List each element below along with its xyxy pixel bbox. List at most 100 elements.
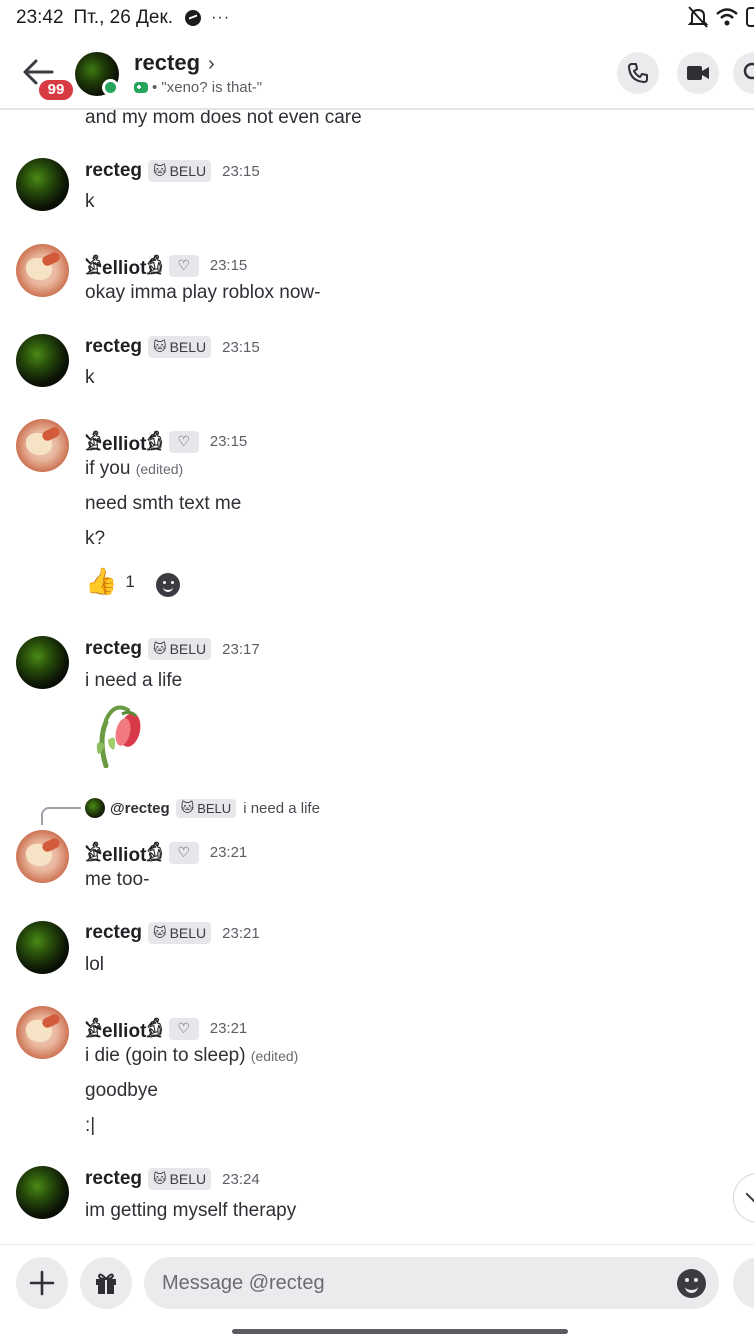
search-button[interactable] — [733, 52, 754, 94]
message-header: recteg 🐱 BELU 23:15 — [85, 336, 260, 358]
microphone-icon — [748, 1270, 754, 1296]
message-body: i die (goin to sleep) — [85, 1045, 246, 1066]
message-header: 𓀀elliot𓀁 ♡ 23:15 — [85, 250, 247, 281]
reply-preview[interactable]: @recteg 🐱 BELU i need a life — [85, 798, 320, 818]
plus-icon — [29, 1270, 55, 1296]
status-time: 23:42 — [16, 7, 64, 28]
online-status-dot — [102, 79, 119, 96]
message-header: 𓀀elliot𓀁 ♡ 23:15 — [85, 426, 247, 457]
message-body: if you — [85, 458, 131, 479]
message-header: recteg 🐱 BELU 23:17 — [85, 638, 260, 660]
guild-tag[interactable]: 🐱 BELU — [148, 160, 212, 182]
message-list[interactable]: and my mom does not even care recteg 🐱 BE… — [0, 110, 754, 1244]
dm-header: 99 recteg › • "xeno? is that-" — [0, 36, 754, 110]
heart-badge-icon[interactable]: ♡ — [168, 1017, 199, 1040]
message-text: okay imma play roblox now- — [85, 282, 321, 303]
jump-to-bottom-button[interactable] — [733, 1173, 754, 1223]
emoji-picker-icon[interactable] — [677, 1269, 706, 1298]
username[interactable]: recteg — [85, 336, 142, 358]
voice-call-button[interactable] — [617, 52, 659, 94]
guild-tag-label: BELU — [169, 641, 207, 657]
message-header: 𓀀elliot𓀁 ♡ 23:21 — [85, 837, 247, 868]
message-text: and my mom does not even care — [85, 110, 362, 128]
video-call-button[interactable] — [677, 52, 719, 94]
guild-tag: 🐱 BELU — [175, 798, 237, 818]
timestamp: 23:15 — [209, 257, 248, 274]
reaction-chip[interactable]: 👍 1 — [85, 566, 135, 597]
timestamp: 23:17 — [222, 640, 260, 658]
username[interactable]: recteg — [85, 638, 142, 660]
activity-status: • "xeno? is that-" — [134, 79, 262, 96]
message-text: k — [85, 367, 95, 388]
avatar[interactable] — [16, 419, 69, 472]
guild-tag[interactable]: 🐱 BELU — [148, 336, 212, 358]
chevron-right-icon[interactable]: › — [208, 53, 215, 76]
avatar[interactable] — [16, 334, 69, 387]
cat-icon: 🐱 — [153, 641, 167, 656]
status-bar: 23:42 Пт., 26 Дек. ··· — [0, 0, 754, 36]
timestamp: 23:15 — [222, 338, 260, 356]
username[interactable]: 𓀀elliot𓀁 — [85, 837, 163, 868]
battery-icon — [746, 7, 754, 27]
avatar[interactable] — [16, 830, 69, 883]
search-icon — [743, 62, 754, 80]
avatar[interactable] — [16, 158, 69, 211]
avatar — [85, 798, 105, 818]
guild-tag[interactable]: 🐱 BELU — [148, 922, 212, 944]
voice-message-button[interactable] — [733, 1257, 754, 1309]
guild-tag-label: BELU — [169, 339, 207, 355]
avatar[interactable] — [16, 244, 69, 297]
add-attachment-button[interactable] — [16, 1257, 68, 1309]
reply-connector — [41, 807, 81, 825]
avatar[interactable] — [16, 1006, 69, 1059]
timestamp: 23:24 — [222, 1170, 260, 1188]
message-text: :| — [85, 1115, 96, 1136]
avatar[interactable] — [16, 921, 69, 974]
timestamp: 23:15 — [222, 162, 260, 180]
timestamp: 23:21 — [222, 924, 260, 942]
gamepad-icon — [134, 82, 148, 93]
mute-icon — [688, 6, 708, 28]
cat-icon: 🐱 — [153, 339, 167, 354]
guild-tag[interactable]: 🐱 BELU — [148, 638, 212, 660]
cat-icon: 🐱 — [180, 800, 195, 815]
message-input[interactable] — [144, 1257, 719, 1309]
gift-icon — [96, 1273, 116, 1294]
message-text: need smth text me — [85, 493, 242, 514]
timestamp: 23:15 — [209, 433, 248, 450]
thumbs-up-icon: 👍 — [85, 566, 118, 596]
username[interactable]: recteg — [85, 1168, 142, 1190]
avatar[interactable] — [16, 1166, 69, 1219]
gift-button[interactable] — [80, 1257, 132, 1309]
heart-badge-icon[interactable]: ♡ — [168, 841, 199, 864]
reaction-count: 1 — [125, 571, 135, 591]
status-date: Пт., 26 Дек. — [73, 7, 174, 28]
message-header: recteg 🐱 BELU 23:21 — [85, 922, 260, 944]
username[interactable]: 𓀀elliot𓀁 — [85, 1013, 163, 1044]
home-indicator — [232, 1329, 568, 1334]
guild-tag-label: BELU — [197, 800, 232, 816]
video-camera-icon — [687, 66, 709, 80]
guild-tag-label: BELU — [169, 1171, 207, 1187]
timestamp: 23:21 — [209, 844, 248, 861]
username[interactable]: recteg — [85, 160, 142, 182]
wilted-flower-sticker[interactable] — [92, 700, 144, 768]
timestamp: 23:21 — [209, 1020, 248, 1037]
guild-tag[interactable]: 🐱 BELU — [148, 1168, 212, 1190]
username[interactable]: 𓀀elliot𓀁 — [85, 426, 163, 457]
username[interactable]: 𓀀elliot𓀁 — [85, 250, 163, 281]
more-notifications-icon: ··· — [211, 9, 231, 26]
cat-icon: 🐱 — [153, 925, 167, 940]
username[interactable]: recteg — [85, 922, 142, 944]
message-text: i die (goin to sleep) (edited) — [85, 1045, 298, 1067]
guild-tag-label: BELU — [169, 163, 207, 179]
message-composer — [0, 1244, 754, 1340]
avatar[interactable] — [16, 636, 69, 689]
unread-badge: 99 — [37, 78, 75, 102]
heart-badge-icon[interactable]: ♡ — [168, 254, 199, 277]
add-reaction-icon[interactable] — [156, 573, 180, 597]
wifi-icon — [716, 8, 738, 26]
heart-badge-icon[interactable]: ♡ — [168, 430, 199, 453]
reply-text: i need a life — [243, 799, 320, 817]
channel-title[interactable]: recteg — [134, 50, 200, 76]
